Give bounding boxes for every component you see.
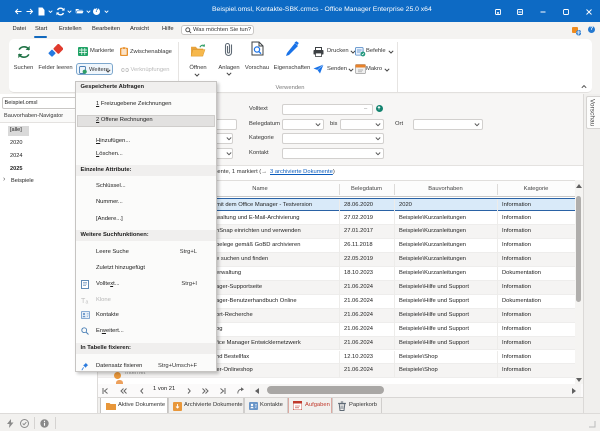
svg-text:a: a <box>86 300 89 305</box>
